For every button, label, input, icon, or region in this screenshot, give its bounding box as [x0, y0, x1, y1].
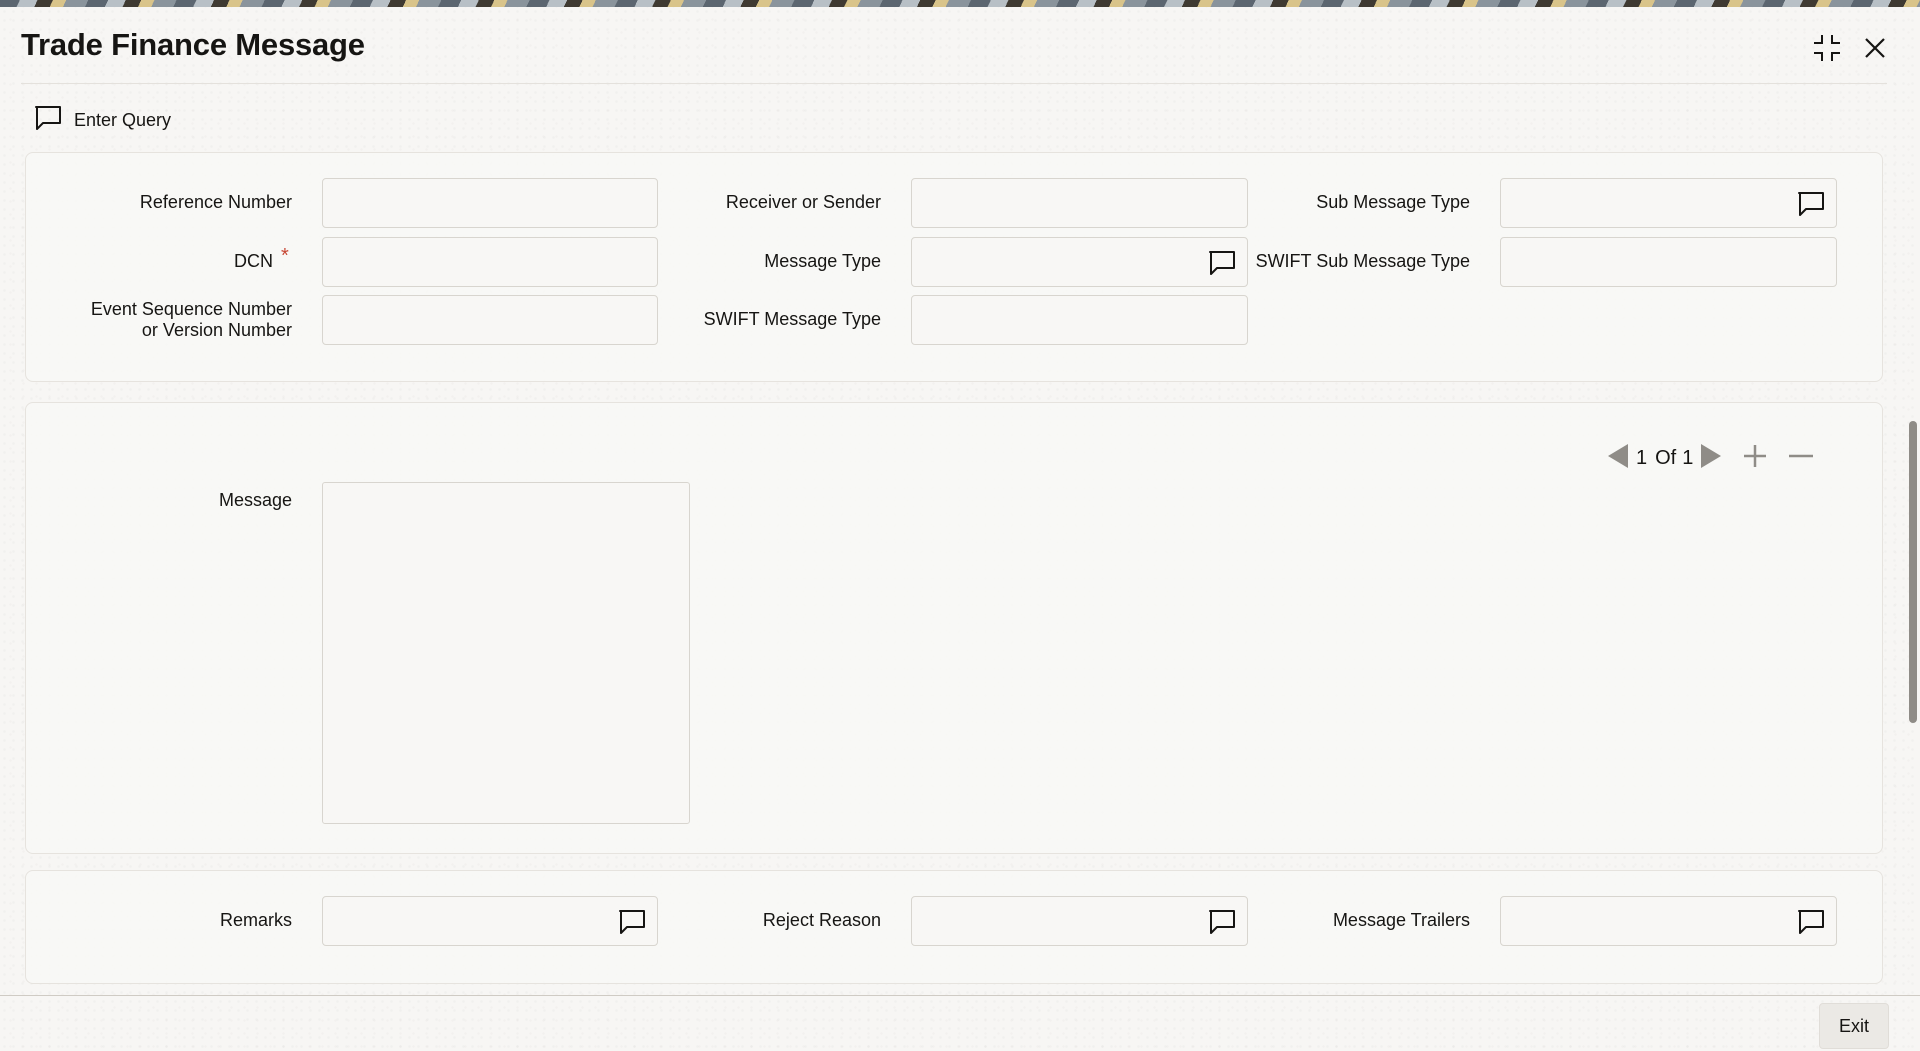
title-divider — [21, 83, 1887, 84]
speech-bubble-icon — [34, 105, 62, 136]
reject-reason-input[interactable] — [912, 897, 1247, 945]
sub-message-type-label: Sub Message Type — [1316, 192, 1470, 212]
message-textarea[interactable] — [323, 483, 689, 823]
footer-divider — [0, 995, 1920, 996]
previous-record-icon[interactable] — [1606, 442, 1630, 475]
reject-reason-label: Reject Reason — [762, 910, 881, 930]
remarks-input[interactable] — [323, 897, 657, 945]
event-sequence-input[interactable] — [323, 296, 657, 344]
message-label: Message — [218, 490, 292, 510]
swift-message-type-label: SWIFT Message Type — [703, 309, 881, 329]
event-sequence-label-line2: or Version Number — [141, 320, 292, 340]
page-title: Trade Finance Message — [21, 27, 365, 62]
collapse-icon[interactable] — [1812, 33, 1842, 63]
pager-of-label: Of — [1655, 446, 1677, 469]
dcn-input[interactable] — [323, 238, 657, 286]
message-trailers-label: Message Trailers — [1332, 910, 1470, 930]
reference-number-input[interactable] — [323, 179, 657, 227]
exit-button[interactable]: Exit — [1819, 1003, 1889, 1049]
remarks-field[interactable] — [322, 896, 658, 946]
message-trailers-lov-icon[interactable] — [1796, 908, 1826, 936]
message-trailers-input[interactable] — [1501, 897, 1836, 945]
reference-number-field[interactable] — [322, 178, 658, 228]
next-record-icon[interactable] — [1699, 442, 1723, 475]
swift-sub-message-type-label: SWIFT Sub Message Type — [1255, 251, 1470, 271]
receiver-or-sender-input[interactable] — [912, 179, 1247, 227]
top-banner-strip — [0, 0, 1920, 7]
receiver-or-sender-field[interactable] — [911, 178, 1248, 228]
pager-current: 1 — [1636, 446, 1648, 469]
dcn-field[interactable] — [322, 237, 658, 287]
remove-record-icon[interactable] — [1787, 442, 1815, 475]
swift-sub-message-type-input[interactable] — [1501, 238, 1836, 286]
reference-number-label: Reference Number — [139, 192, 292, 212]
dcn-label: DCN — [234, 251, 273, 271]
message-type-field[interactable] — [911, 237, 1248, 287]
sub-message-type-input[interactable] — [1501, 179, 1836, 227]
reject-reason-field[interactable] — [911, 896, 1248, 946]
event-sequence-field[interactable] — [322, 295, 658, 345]
event-sequence-label-line1: Event Sequence Number — [90, 299, 292, 319]
message-type-label: Message Type — [764, 251, 881, 271]
add-record-icon[interactable] — [1741, 442, 1769, 475]
scrollbar-thumb[interactable] — [1909, 421, 1917, 723]
trade-finance-message-window: Trade Finance Message Enter Query Refere… — [0, 7, 1920, 1051]
sub-message-type-lov-icon[interactable] — [1796, 190, 1826, 218]
swift-sub-message-type-field[interactable] — [1500, 237, 1837, 287]
receiver-or-sender-label: Receiver or Sender — [725, 192, 881, 212]
swift-message-type-field[interactable] — [911, 295, 1248, 345]
message-textarea-field[interactable] — [322, 482, 690, 824]
pager-total: 1 — [1682, 446, 1694, 469]
remarks-label: Remarks — [219, 910, 292, 930]
message-pager: 1 Of 1 — [1606, 441, 1815, 475]
message-trailers-field[interactable] — [1500, 896, 1837, 946]
close-icon[interactable] — [1860, 33, 1890, 63]
event-sequence-label: Event Sequence Number or Version Number — [40, 299, 292, 341]
message-type-input[interactable] — [912, 238, 1247, 286]
enter-query-label: Enter Query — [74, 109, 172, 130]
enter-query-button[interactable]: Enter Query — [34, 105, 171, 135]
required-marker: * — [281, 245, 289, 267]
message-panel — [25, 402, 1883, 854]
sub-message-type-field[interactable] — [1500, 178, 1837, 228]
swift-message-type-input[interactable] — [912, 296, 1247, 344]
